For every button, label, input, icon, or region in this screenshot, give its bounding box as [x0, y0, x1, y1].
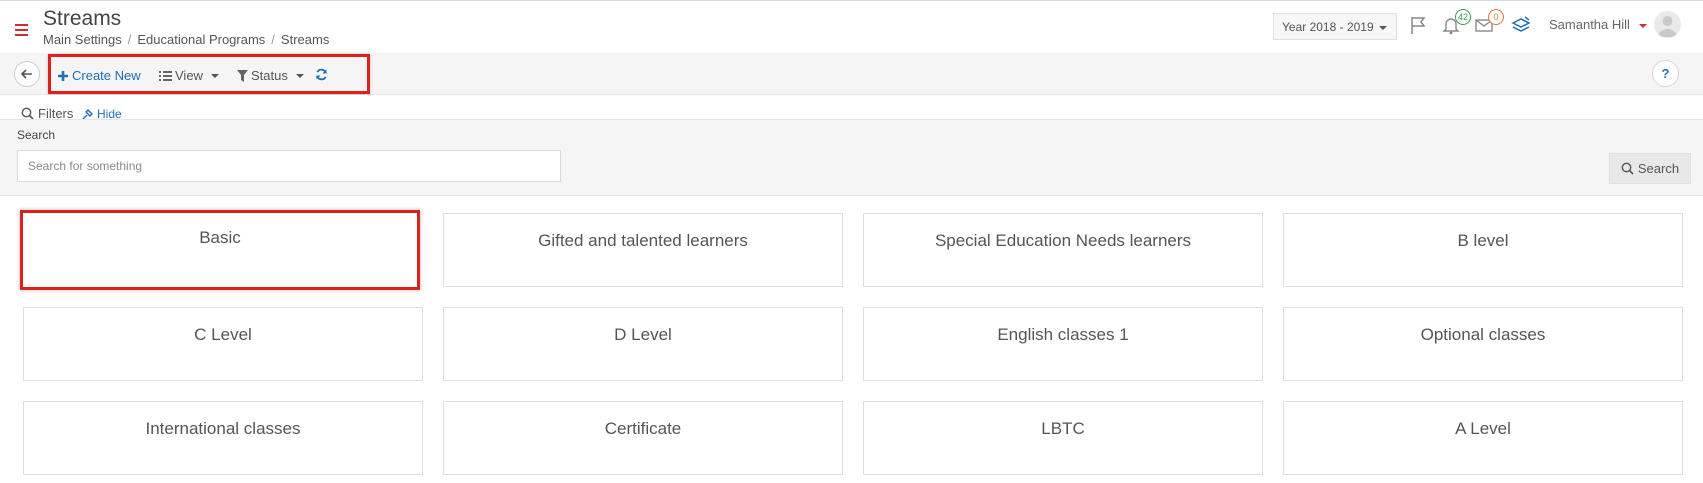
message-badge: 0 — [1488, 9, 1504, 25]
layers-icon[interactable] — [1511, 15, 1531, 35]
search-button[interactable]: Search — [1609, 153, 1691, 184]
stream-card[interactable]: Optional classes — [1283, 307, 1683, 381]
breadcrumb-separator: / — [271, 32, 275, 47]
breadcrumb-educational-programs[interactable]: Educational Programs — [137, 32, 265, 47]
list-icon — [159, 70, 172, 81]
filter-icon — [237, 69, 248, 82]
view-label: View — [175, 68, 203, 83]
breadcrumb-main-settings[interactable]: Main Settings — [43, 32, 122, 47]
stream-card[interactable]: C Level — [23, 307, 423, 381]
bell-icon[interactable]: 42 — [1441, 9, 1471, 35]
user-name: Samantha Hill — [1549, 17, 1630, 32]
chevron-down-icon — [1378, 25, 1387, 30]
refresh-button[interactable] — [315, 68, 328, 81]
search-input[interactable] — [17, 150, 561, 182]
stream-card-basic[interactable]: Basic — [20, 210, 420, 290]
filters-header: Filters Hide — [0, 95, 1703, 121]
year-select[interactable]: Year 2018 - 2019 — [1273, 13, 1397, 40]
toolbar-actions-group: Create New View Status — [48, 54, 370, 94]
stream-card[interactable]: English classes 1 — [863, 307, 1263, 381]
stream-card[interactable]: Certificate — [443, 401, 843, 475]
menu-icon[interactable] — [15, 24, 28, 36]
toolbar: Create New View Status ? — [0, 53, 1703, 95]
breadcrumb: Main Settings / Educational Programs / S… — [43, 32, 329, 47]
status-label: Status — [251, 68, 288, 83]
stream-card[interactable]: International classes — [23, 401, 423, 475]
envelope-icon[interactable]: 0 — [1474, 9, 1504, 35]
status-dropdown[interactable]: Status — [237, 68, 304, 83]
search-icon — [1621, 162, 1634, 175]
create-new-button[interactable]: Create New — [57, 68, 141, 83]
chevron-down-icon — [295, 73, 304, 78]
page-title: Streams — [43, 7, 122, 30]
search-button-label: Search — [1637, 161, 1680, 176]
refresh-icon — [316, 68, 327, 81]
flag-icon[interactable] — [1409, 15, 1429, 35]
chevron-down-icon — [210, 73, 219, 78]
top-header: Streams Main Settings / Educational Prog… — [0, 0, 1703, 53]
view-dropdown[interactable]: View — [159, 68, 219, 83]
user-menu[interactable]: Samantha Hill — [1549, 17, 1647, 32]
stream-card[interactable]: A Level — [1283, 401, 1683, 475]
plus-icon — [58, 70, 68, 81]
stream-card[interactable]: Special Education Needs learners — [863, 213, 1263, 287]
year-select-value: Year 2018 - 2019 — [1282, 20, 1374, 34]
notification-badge: 42 — [1454, 9, 1471, 25]
back-button[interactable] — [14, 61, 40, 87]
search-field-label: Search — [17, 128, 56, 142]
help-button[interactable]: ? — [1652, 60, 1679, 87]
stream-card[interactable]: B level — [1283, 213, 1683, 287]
breadcrumb-separator: / — [127, 32, 132, 47]
breadcrumb-streams: Streams — [280, 32, 330, 47]
stream-card[interactable]: Gifted and talented learners — [443, 213, 843, 287]
arrow-left-icon — [20, 69, 32, 79]
avatar[interactable] — [1654, 11, 1681, 38]
create-new-label: Create New — [72, 68, 141, 83]
filter-panel: Search Search — [0, 119, 1703, 196]
stream-card[interactable]: LBTC — [863, 401, 1263, 475]
stream-card[interactable]: D Level — [443, 307, 843, 381]
chevron-down-icon — [1638, 23, 1647, 28]
